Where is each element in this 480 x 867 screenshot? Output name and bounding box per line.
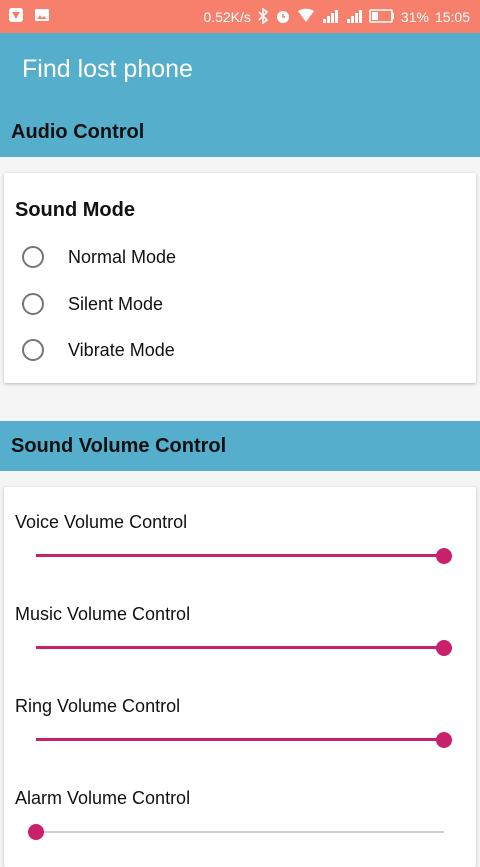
slider-thumb[interactable] xyxy=(28,824,44,840)
network-speed: 0.52K/s xyxy=(203,8,251,25)
alarm-volume-label: Alarm Volume Control xyxy=(15,788,191,808)
bluetooth-icon xyxy=(257,6,269,26)
radio-label: Vibrate Mode xyxy=(68,339,175,360)
radio-option-vibrate-mode[interactable]: Vibrate Mode xyxy=(22,335,175,365)
radio-button-icon[interactable] xyxy=(22,246,44,268)
signal-icon-2 xyxy=(345,8,363,26)
wifi-icon xyxy=(297,8,315,26)
ring-volume-label: Ring Volume Control xyxy=(15,696,181,716)
music-volume-label: Music Volume Control xyxy=(15,604,191,624)
slider-thumb[interactable] xyxy=(436,640,452,656)
slider-thumb[interactable] xyxy=(436,732,452,748)
radio-button-icon[interactable] xyxy=(22,339,44,361)
app-title: Find lost phone xyxy=(22,55,193,83)
radio-label: Normal Mode xyxy=(68,246,177,267)
voice-volume-label: Voice Volume Control xyxy=(15,512,188,532)
slider-thumb[interactable] xyxy=(436,548,452,564)
slider-track xyxy=(36,831,444,833)
radio-option-normal-mode[interactable]: Normal Mode xyxy=(22,242,176,272)
audio-control-title: Audio Control xyxy=(11,121,145,143)
signal-icon-1 xyxy=(321,8,339,26)
alarm-volume-slider[interactable] xyxy=(28,822,444,842)
sound-volume-header: Sound Volume Control xyxy=(0,421,480,471)
radio-button-icon[interactable] xyxy=(22,293,44,315)
status-bar: 0.52K/s 31% 15:05 xyxy=(0,0,480,33)
radio-label: Silent Mode xyxy=(68,293,164,314)
audio-control-header: Audio Control xyxy=(0,107,480,157)
slider-fill xyxy=(36,646,444,649)
ring-volume-slider[interactable] xyxy=(36,730,452,750)
volume-card: Voice Volume Control Music Volume Contro… xyxy=(4,487,476,867)
battery-icon xyxy=(369,8,395,25)
image-notification-icon xyxy=(34,7,50,26)
sound-mode-title: Sound Mode xyxy=(15,199,135,221)
slider-fill xyxy=(36,554,444,557)
music-volume-slider[interactable] xyxy=(36,638,452,658)
app-notification-icon xyxy=(8,7,24,26)
clock: 15:05 xyxy=(434,8,470,25)
radio-option-silent-mode[interactable]: Silent Mode xyxy=(22,289,163,319)
slider-fill xyxy=(36,738,444,741)
app-bar: Find lost phone xyxy=(0,33,480,107)
battery-percent: 31% xyxy=(400,8,429,25)
sound-volume-title: Sound Volume Control xyxy=(11,435,227,457)
sound-mode-card: Sound Mode Normal Mode Silent Mode Vibra… xyxy=(4,173,476,383)
alarm-clock-icon xyxy=(275,8,291,26)
voice-volume-slider[interactable] xyxy=(36,546,452,566)
